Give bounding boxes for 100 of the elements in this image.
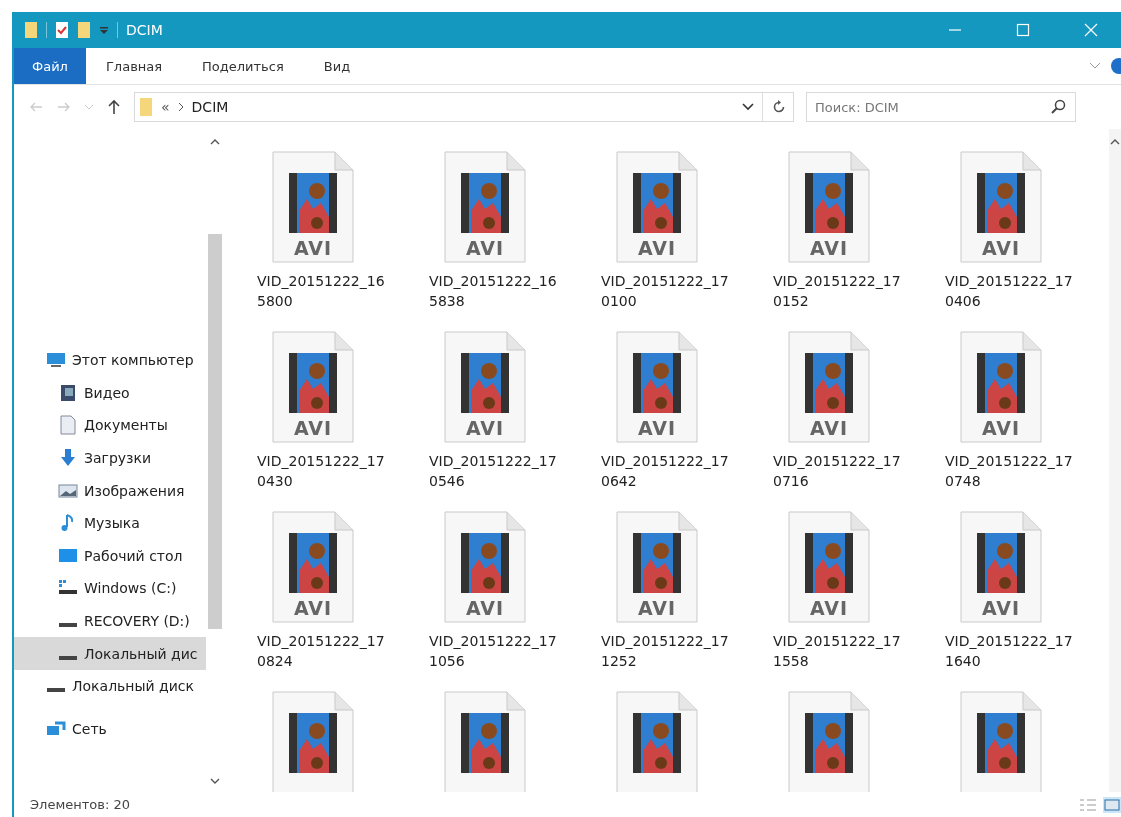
file-name: VID_20151222_171056 [429, 632, 558, 671]
file-type-label: AVI [292, 597, 334, 619]
video-file-icon[interactable] [271, 511, 355, 623]
sidebar-label: Локальный дис [84, 645, 198, 662]
video-file-icon[interactable] [615, 511, 699, 623]
sidebar-label: Локальный диск [72, 678, 194, 695]
address-bar[interactable]: « DCIM [134, 92, 794, 122]
file-type-label: AVI [808, 597, 850, 619]
file-name: VID_20151222_170546 [429, 452, 558, 491]
sidebar-item[interactable]: Видео [14, 376, 206, 410]
file-name: VID_20151222_170716 [773, 452, 902, 491]
file-name: VID_20151222_171558 [773, 632, 902, 671]
sidebar-item[interactable]: Windows (C:) [14, 572, 206, 605]
video-file-icon[interactable] [271, 151, 355, 263]
drive-icon [58, 623, 78, 628]
chevron-up-icon[interactable] [1110, 139, 1120, 145]
scrollbar-thumb[interactable] [208, 234, 222, 629]
sidebar-label: Изображения [84, 482, 185, 499]
video-file-icon[interactable] [787, 691, 871, 792]
up-arrow-icon[interactable] [106, 99, 122, 115]
file-type-label: AVI [464, 237, 506, 259]
breadcrumb-overflow[interactable]: « [161, 99, 170, 115]
file-name: VID_20151222_170824 [257, 632, 386, 671]
drive-icon [46, 688, 66, 693]
sidebar-label: Windows (C:) [84, 580, 177, 597]
file-type-label: AVI [636, 417, 678, 439]
video-file-icon[interactable] [615, 331, 699, 443]
file-name: VID_20151222_165800 [257, 272, 386, 311]
chevron-down-icon[interactable] [210, 778, 220, 784]
address-path[interactable]: DCIM [191, 99, 229, 115]
close-icon[interactable] [1083, 22, 1099, 38]
maximize-icon[interactable] [1015, 22, 1031, 38]
file-name: VID_20151222_171252 [601, 632, 730, 671]
sidebar-item[interactable]: Этот компьютер [14, 344, 206, 377]
file-name: VID_20151222_170152 [773, 272, 902, 311]
sidebar-label: Сеть [72, 720, 107, 737]
chevron-right-icon [177, 102, 184, 112]
properties-icon[interactable] [55, 21, 69, 39]
sidebar-item[interactable]: Сеть [14, 712, 206, 746]
video-file-icon[interactable] [787, 331, 871, 443]
video-file-icon[interactable] [787, 151, 871, 263]
file-type-label: AVI [636, 597, 678, 619]
expand-ribbon-icon[interactable] [1089, 62, 1101, 70]
file-name: VID_20151222_165838 [429, 272, 558, 311]
file-type-label: AVI [808, 417, 850, 439]
video-file-icon[interactable] [959, 331, 1043, 443]
sidebar-item[interactable]: Локальный дис [14, 637, 206, 670]
documents-icon [58, 415, 78, 436]
file-name: VID_20151222_170430 [257, 452, 386, 491]
sidebar-label: Документы [84, 417, 168, 434]
video-file-icon[interactable] [787, 511, 871, 623]
file-type-label: AVI [980, 417, 1022, 439]
video-icon [58, 382, 78, 403]
video-file-icon[interactable] [959, 511, 1043, 623]
sidebar-item[interactable]: Музыка [14, 506, 206, 540]
sidebar-label: Загрузки [84, 450, 152, 467]
sidebar-item[interactable]: RECOVERY (D:) [14, 604, 206, 638]
search-field[interactable]: Поиск: DCIM [806, 92, 1076, 122]
file-type-label: AVI [464, 597, 506, 619]
sidebar-item[interactable]: Локальный диск [14, 669, 206, 703]
sidebar-label: Видео [84, 384, 130, 401]
video-file-icon[interactable] [443, 331, 527, 443]
sidebar-item[interactable]: Загрузки [14, 441, 206, 475]
video-file-icon[interactable] [443, 511, 527, 623]
sidebar-item[interactable]: Изображения [14, 474, 206, 507]
file-type-label: AVI [980, 597, 1022, 619]
video-file-icon[interactable] [443, 151, 527, 263]
sidebar-label: Музыка [84, 515, 140, 532]
file-name: VID_20151222_170748 [945, 452, 1074, 491]
file-type-label: AVI [292, 417, 334, 439]
ribbon-tab[interactable]: Файл [14, 48, 86, 84]
sidebar-item[interactable]: Документы [14, 409, 206, 442]
chevron-up-icon[interactable] [210, 139, 220, 145]
file-type-label: AVI [292, 237, 334, 259]
file-name: VID_20151222_170100 [601, 272, 730, 311]
search-icon[interactable] [1050, 99, 1066, 115]
sidebar-label: Этот компьютер [72, 352, 194, 369]
file-type-label: AVI [464, 417, 506, 439]
sidebar-item[interactable]: Рабочий стол [14, 539, 206, 573]
file-type-label: AVI [980, 237, 1022, 259]
item-count: Элементов: 20 [30, 797, 130, 812]
video-file-icon[interactable] [615, 691, 699, 792]
video-file-icon[interactable] [271, 331, 355, 443]
folder-icon [139, 97, 153, 117]
video-file-icon[interactable] [615, 151, 699, 263]
file-type-label: AVI [636, 237, 678, 259]
video-file-icon[interactable] [959, 691, 1043, 792]
chevron-down-icon[interactable] [742, 103, 754, 111]
scrollbar[interactable] [1109, 129, 1121, 792]
video-file-icon[interactable] [271, 691, 355, 792]
file-name: VID_20151222_170406 [945, 272, 1074, 311]
window-title: DCIM [126, 22, 163, 38]
sidebar-label: RECOVERY (D:) [84, 613, 190, 630]
drive-icon [58, 655, 78, 660]
video-file-icon[interactable] [443, 691, 527, 792]
sidebar-label: Рабочий стол [84, 547, 183, 564]
dropdown-icon[interactable] [99, 25, 109, 35]
refresh-icon[interactable] [771, 99, 787, 115]
video-file-icon[interactable] [959, 151, 1043, 263]
file-name: VID_20151222_171640 [945, 632, 1074, 671]
